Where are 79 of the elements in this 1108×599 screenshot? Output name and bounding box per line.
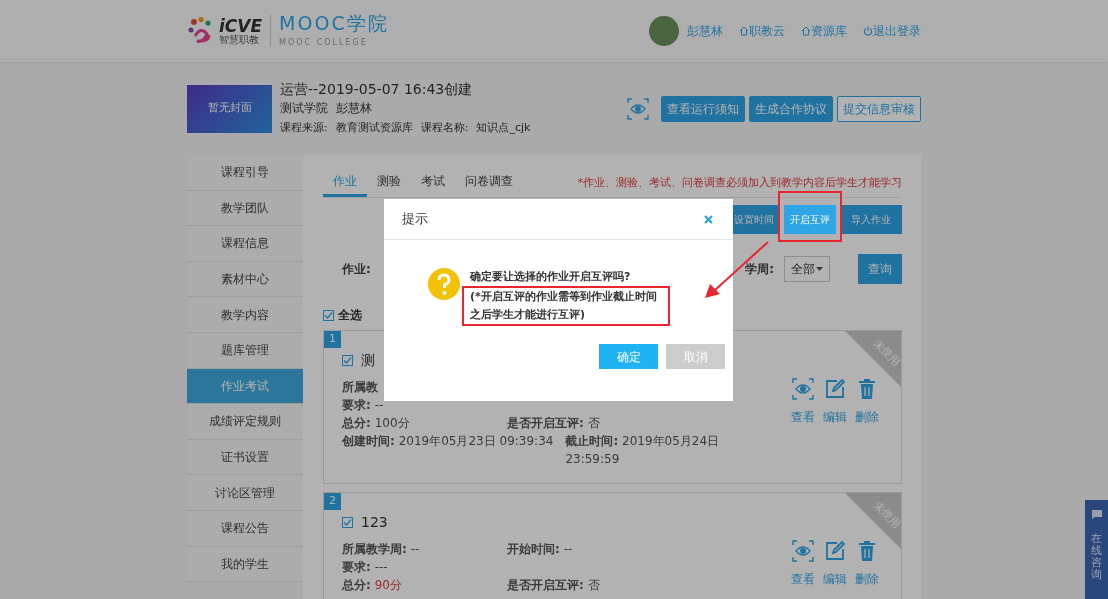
teacher-name: 彭慧林 [336, 100, 372, 117]
field-text: 截止时间: 2019年05月24日 23:59:59 [565, 433, 721, 468]
tab[interactable]: 考试 [411, 167, 455, 197]
trash-icon[interactable] [858, 378, 876, 400]
dialog-note: (*开启互评的作业需等到作业截止时间之后学生才能进行互评) [462, 286, 670, 326]
action-link[interactable]: 删除 [855, 408, 879, 426]
action-link[interactable]: 查看 [791, 570, 815, 588]
home-icon [801, 26, 811, 36]
action-link[interactable]: 删除 [855, 570, 879, 588]
tab[interactable]: 测验 [367, 167, 411, 197]
dialog-message: 确定要让选择的作业开启互评吗? [470, 269, 632, 285]
caret-icon[interactable] [816, 267, 823, 271]
field-text: 是否开启互评: 否 [507, 577, 600, 594]
filter-label: 学周: [745, 261, 774, 278]
course-title: 运营--2019-05-07 16:43创建 [280, 80, 474, 99]
course-name-value: 知识点_cjk [476, 120, 531, 136]
chat-icon [1091, 510, 1102, 519]
course-action-button[interactable]: 生成合作协议 [749, 95, 833, 122]
eye-icon[interactable] [627, 97, 649, 120]
tab[interactable]: 问卷调查 [455, 167, 523, 197]
school-name: 测试学院 [280, 100, 328, 117]
sidebar-item[interactable]: 作业考试 [187, 368, 303, 405]
dialog-button[interactable]: 确定 [599, 344, 658, 369]
logo-subtext: 智慧职教 [219, 34, 260, 45]
edit-icon[interactable] [824, 540, 846, 562]
header-link[interactable]: 资源库 [811, 22, 847, 40]
action-link[interactable]: 编辑 [823, 408, 847, 426]
course-action-button[interactable]: 查看运行须知 [661, 95, 745, 122]
assignment-title: 测 [361, 350, 375, 370]
close-icon[interactable] [704, 214, 713, 224]
field-text: 要求: -- [342, 397, 385, 414]
checkbox[interactable] [342, 516, 353, 528]
checkbox[interactable] [323, 309, 334, 321]
header-link[interactable]: 退出登录 [873, 22, 921, 40]
checkbox[interactable] [342, 354, 353, 366]
action-link[interactable]: 编辑 [823, 570, 847, 588]
home-icon [739, 26, 749, 36]
assignment-title: 123 [361, 512, 388, 532]
week-select[interactable]: 全部 [784, 256, 830, 282]
eye-icon[interactable] [792, 540, 814, 562]
brand-title: MOOC学院 [279, 13, 389, 33]
filter-label: 作业: [342, 261, 371, 278]
eye-icon[interactable] [792, 378, 814, 400]
select-value: 全部 [791, 261, 815, 278]
notice-text: *作业、测验、考试、问卷调查必须加入到教学内容后学生才能学习 [577, 175, 902, 191]
annotation-arrow [705, 241, 769, 298]
cover-text: 暂无封面 [207, 100, 252, 117]
field-text: 总分: 90分 [342, 577, 403, 594]
field-text: 所属教 [342, 379, 379, 396]
power-icon [863, 26, 873, 36]
question-icon [428, 268, 460, 300]
trash-icon[interactable] [858, 540, 876, 562]
edit-icon[interactable] [824, 378, 846, 400]
user-name[interactable]: 彭慧林 [687, 22, 723, 40]
source-value: 教育测试资源库 [335, 120, 413, 136]
course-action-button[interactable]: 提交信息审核 [837, 95, 921, 122]
field-text: 开始时间: -- [507, 541, 573, 558]
field-text: 总分: 100分 [342, 415, 411, 432]
number-badge: 1 [324, 331, 341, 348]
toolbar-button[interactable]: 开启互评 [784, 205, 836, 234]
chat-widget[interactable]: 在线咨询 [1085, 500, 1108, 599]
query-button[interactable]: 查询 [858, 254, 902, 284]
field-text: 创建时间: 2019年05月23日 09:39:34 [342, 433, 555, 450]
field-text: 是否开启互评: 否 [507, 415, 600, 432]
brand-subtitle: MOOC COLLEGE [279, 36, 369, 49]
field-text: 要求: --- [342, 559, 389, 576]
field-text: 所属教学周: -- [342, 541, 421, 558]
source-label: 课程来源: [280, 120, 328, 136]
number-badge: 2 [324, 493, 341, 510]
logo-text: iCVE [219, 17, 263, 35]
action-link[interactable]: 查看 [791, 408, 815, 426]
select-all-label: 全选 [338, 307, 362, 324]
chat-label: 在线咨询 [1091, 533, 1102, 582]
tab[interactable]: 作业 [323, 167, 367, 197]
course-name-label: 课程名称: [420, 120, 469, 136]
toolbar-button[interactable]: 导入作业 [840, 205, 902, 234]
avatar[interactable] [649, 16, 679, 46]
dialog-title: 提示 [402, 210, 428, 229]
header-link[interactable]: 职教云 [749, 22, 785, 40]
